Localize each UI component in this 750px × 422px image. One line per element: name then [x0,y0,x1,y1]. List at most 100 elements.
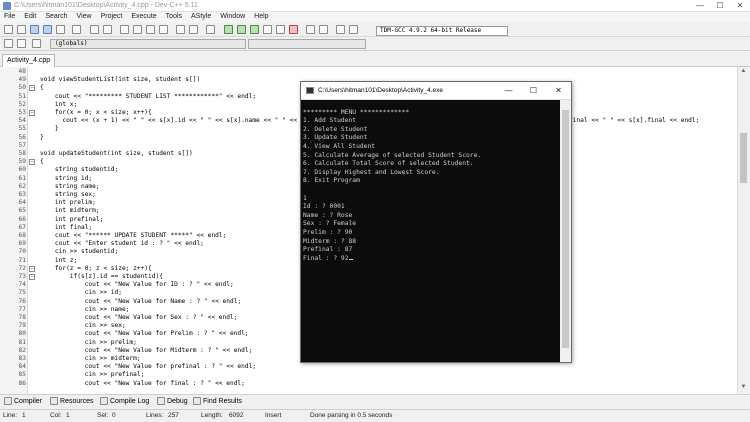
new-project-icon[interactable] [176,25,185,34]
project-options-icon[interactable] [189,25,198,34]
console-cursor [348,258,353,260]
minimize-button[interactable]: — [690,0,710,12]
menu-file[interactable]: File [0,12,20,23]
console-line: Sex : ? Female [303,220,357,228]
console-maximize-button[interactable]: ☐ [521,82,546,99]
undo-icon[interactable] [90,25,99,34]
console-window[interactable]: C:\Users\hitman101\Desktop\Activity_4.ex… [300,81,572,363]
line-number: 84 [18,363,26,371]
debug-icon[interactable] [276,25,285,34]
status-sel: 0 [112,412,116,419]
insert-icon[interactable] [17,39,26,48]
scroll-up-icon[interactable]: ▲ [739,68,748,77]
rebuild-icon[interactable] [263,25,272,34]
console-minimize-button[interactable]: — [496,82,521,99]
scroll-thumb[interactable] [740,133,747,183]
menu-view[interactable]: View [73,12,97,23]
line-number: 81 [18,338,26,346]
tab-find-results[interactable]: Find Results [193,397,242,405]
status-length-label: Length: [201,412,223,419]
menu-edit[interactable]: Edit [20,12,41,23]
redo-icon[interactable] [103,25,112,34]
fold-toggle-icon[interactable]: − [29,265,35,272]
console-line: 5. Calculate Average of selected Student… [303,151,482,159]
line-number: 78 [18,314,26,321]
goto-line-icon[interactable] [159,25,168,34]
close-button[interactable]: ✕ [730,0,750,12]
compile-icon[interactable] [224,25,233,34]
find-next-icon[interactable] [146,25,155,34]
tab-activity-4[interactable]: Activity_4.cpp [2,54,56,67]
menu-help[interactable]: Help [250,12,273,23]
line-number: 57 [18,141,26,149]
print-icon[interactable] [72,25,81,34]
code-text: for(x = 0; x < size; x++){ [40,109,152,116]
code-text: { [40,84,44,92]
tab-debug[interactable]: Debug [157,397,188,405]
menu-search[interactable]: Search [41,12,72,23]
code-text: string sex; [40,191,96,198]
new-file-icon[interactable] [4,25,13,34]
toggle-bookmark-icon[interactable] [206,25,215,34]
scope-select[interactable]: (globals) [50,39,246,49]
code-line[interactable]: 86 cout << "New Value for final : ? " <<… [0,380,737,388]
menu-tools[interactable]: Tools [162,12,187,23]
console-line: Prefinal : 87 [303,246,353,254]
delete-profile-icon[interactable] [319,25,328,34]
fold-toggle-icon[interactable]: − [29,274,35,280]
code-text: cout << "New Value for prefinal : ? " <<… [40,363,257,371]
replace-icon[interactable] [133,25,142,34]
console-close-button[interactable]: ✕ [546,82,571,99]
editor-tab-strip [0,51,750,67]
stop-icon[interactable] [289,25,298,34]
tab-compiler[interactable]: Compiler [4,397,42,405]
fold-toggle-icon[interactable]: − [29,159,35,166]
main-toolbar [0,23,750,37]
maximize-button[interactable]: ☐ [710,0,730,12]
console-line: 3. Update Student [303,134,368,142]
close-file-icon[interactable] [56,25,65,34]
code-text: { [40,158,44,166]
tab-compile-log[interactable]: Compile Log [100,397,149,405]
menu-window[interactable]: Window [216,12,250,23]
find-icon[interactable] [120,25,129,34]
code-line[interactable]: 84 cout << "New Value for prefinal : ? "… [0,363,737,371]
scroll-down-icon[interactable]: ▼ [739,384,748,393]
console-title-bar[interactable]: C:\Users\hitman101\Desktop\Activity_4.ex… [301,82,571,100]
console-line: 2. Delete Student [303,125,368,133]
menu-project[interactable]: Project [97,12,128,23]
save-icon[interactable] [30,25,39,34]
function-select[interactable] [248,39,366,49]
code-text: cin >> studentid; [40,248,119,256]
class-browser-icon[interactable] [4,39,13,48]
fold-toggle-icon[interactable]: − [29,110,35,116]
console-output[interactable]: ********* MENU ************* 1. Add Stude… [303,100,559,362]
console-scroll-thumb[interactable] [562,110,569,348]
run-icon[interactable] [237,25,246,34]
tab-resources[interactable]: Resources [50,397,93,405]
line-number: 56 [18,133,26,141]
save-all-icon[interactable] [43,25,52,34]
compile-log-icon [100,397,108,405]
compiler-select[interactable]: TDM-GCC 4.9.2 64-bit Release [376,26,508,36]
code-text: void viewStudentList(int size, student s… [40,76,201,84]
line-number: 83 [18,355,26,362]
fold-toggle-icon[interactable]: − [29,85,35,92]
code-text: } [40,133,44,141]
toggle-comment-icon[interactable] [32,39,41,48]
code-text: int prefinal; [40,215,104,223]
profile-icon[interactable] [306,25,315,34]
unindent-icon[interactable] [349,25,358,34]
line-number: 55 [18,125,26,133]
menu-execute[interactable]: Execute [127,12,161,23]
code-line[interactable]: 85 cin >> prefinal; [0,371,737,379]
console-line: Midterm : ? 88 [303,237,357,245]
indent-icon[interactable] [336,25,345,34]
menu-astyle[interactable]: AStyle [187,12,216,23]
editor-scrollbar[interactable] [737,67,750,394]
open-file-icon[interactable] [17,25,26,34]
code-line[interactable]: 48 [0,68,737,76]
compile-run-icon[interactable] [250,25,259,34]
line-number: 64 [18,199,26,207]
